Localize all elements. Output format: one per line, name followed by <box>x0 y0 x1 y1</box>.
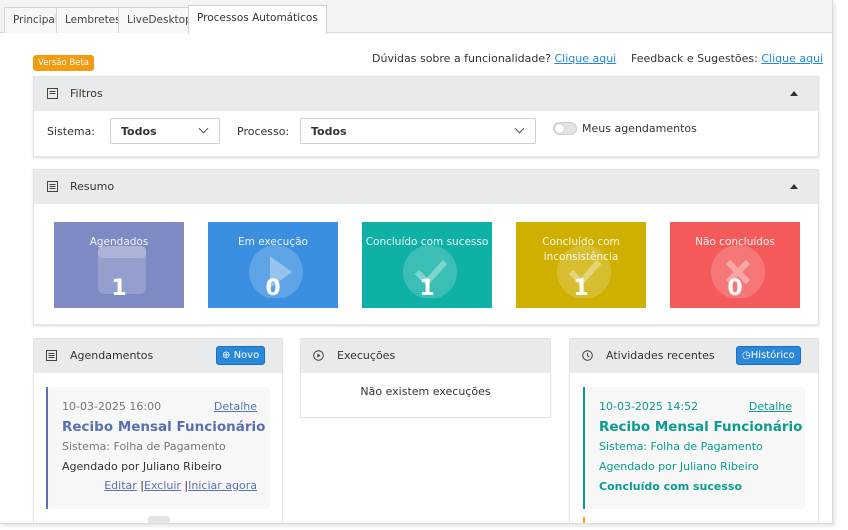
help-question-text: Dúvidas sobre a funcionalidade? <box>372 52 555 65</box>
agendamento-actions: Editar |Excluir |Iniciar agora <box>104 479 257 492</box>
tab-processos-automaticos[interactable]: Processos Automáticos <box>188 5 327 34</box>
atividade-name: Recibo Mensal Funcionário <box>599 419 803 435</box>
filter-list-icon <box>47 88 58 99</box>
help-question: Dúvidas sobre a funcionalidade? Clique a… <box>372 52 616 65</box>
atividade-detail-link[interactable]: Detalhe <box>749 400 792 413</box>
processo-select-value: Todos <box>311 125 347 138</box>
execucoes-title: Execuções <box>337 349 396 362</box>
card-em-execucao[interactable]: Em execução 0 <box>208 222 338 308</box>
card-concluido-sucesso[interactable]: Concluído com sucesso 1 <box>362 222 492 308</box>
tab-bar: Principal Lembretes LiveDesktop Processo… <box>0 0 832 34</box>
novo-button[interactable]: ⊕ Novo <box>216 346 266 365</box>
summary-title: Resumo <box>70 180 115 193</box>
help-feedback-link[interactable]: Clique aqui <box>761 52 823 65</box>
filters-panel: Filtros Sistema: Todos Processo: Todos M… <box>33 76 819 157</box>
historico-button[interactable]: ◷Histórico <box>736 346 801 365</box>
iniciar-agora-link[interactable]: Iniciar agora <box>188 479 257 492</box>
atividades-panel: Atividades recentes ◷Histórico 10-03-202… <box>569 338 819 523</box>
help-feedback-text: Feedback e Sugestões: <box>631 52 762 65</box>
card-title: Agendados <box>89 236 149 248</box>
sistema-select[interactable]: Todos <box>110 118 220 144</box>
card-concluido-inconsistencia[interactable]: Concluído com inconsistência 1 <box>516 222 646 308</box>
sistema-select-value: Todos <box>121 125 157 138</box>
atividades-title: Atividades recentes <box>606 349 715 362</box>
meus-agendamentos-label: Meus agendamentos <box>582 122 697 135</box>
card-agendados[interactable]: Agendados 1 <box>54 222 184 308</box>
atividade-status: Concluído com sucesso <box>599 480 742 493</box>
execucoes-empty-text: Não existem execuções <box>360 385 491 398</box>
atividade-accent-bar <box>583 387 585 509</box>
agendamento-name: Recibo Mensal Funcionário <box>62 419 266 435</box>
card-nao-concluidos[interactable]: Não concluídos 0 <box>670 222 800 308</box>
editar-link[interactable]: Editar <box>104 479 137 492</box>
scroll-handle[interactable] <box>148 516 170 523</box>
card-title: Concluído com sucesso <box>365 236 489 248</box>
execucoes-panel: Execuções Não existem execuções <box>300 338 551 418</box>
processo-label: Processo: <box>237 125 290 138</box>
filters-header[interactable]: Filtros <box>34 77 818 111</box>
card-count: 1 <box>419 276 435 301</box>
plus-circle-icon: ⊕ <box>222 350 234 361</box>
toggle-knob <box>555 124 564 133</box>
agendamento-by: Agendado por Juliano Ribeiro <box>62 460 222 473</box>
agendamento-system: Sistema: Folha de Pagamento <box>62 440 226 453</box>
atividades-header: Atividades recentes ◷Histórico <box>570 339 818 373</box>
excluir-link[interactable]: Excluir <box>144 479 181 492</box>
card-count: 1 <box>573 276 589 301</box>
card-title: Concluído com inconsistência <box>542 236 620 263</box>
next-item-accent-bar <box>583 517 585 523</box>
card-count: 1 <box>111 276 127 301</box>
list-icon <box>46 350 57 361</box>
clock-icon <box>582 350 593 361</box>
card-title: Não concluídos <box>695 236 775 248</box>
agendamento-item: 10-03-2025 16:00 Detalhe Recibo Mensal F… <box>46 387 270 509</box>
card-count: 0 <box>727 276 743 301</box>
atividade-date: 10-03-2025 14:52 <box>599 400 699 413</box>
agendamento-detail-link[interactable]: Detalhe <box>214 400 257 413</box>
help-feedback: Feedback e Sugestões: Clique aqui <box>631 52 823 65</box>
atividade-by: Agendado por Juliano Ribeiro <box>599 460 759 473</box>
summary-list-icon <box>47 181 58 192</box>
summary-header[interactable]: Resumo <box>34 170 818 204</box>
atividade-item: 10-03-2025 14:52 Detalhe Recibo Mensal F… <box>583 387 805 509</box>
sistema-label: Sistema: <box>47 125 96 138</box>
chevron-down-icon <box>514 123 525 134</box>
play-circle-icon <box>313 350 324 361</box>
chevron-down-icon <box>198 123 209 134</box>
agendamento-date: 10-03-2025 16:00 <box>62 400 162 413</box>
summary-panel: Resumo Agendados 1 Em execução 0 Concluí… <box>33 169 819 325</box>
execucoes-header: Execuções <box>301 339 550 373</box>
novo-button-label: Novo <box>233 350 260 361</box>
app-frame: Principal Lembretes LiveDesktop Processo… <box>0 0 833 524</box>
atividade-system: Sistema: Folha de Pagamento <box>599 440 763 453</box>
historico-button-label: Histórico <box>750 350 795 361</box>
beta-badge: Versão Beta <box>33 55 95 71</box>
meus-agendamentos-toggle[interactable] <box>553 122 577 135</box>
filters-title: Filtros <box>70 87 103 100</box>
collapse-caret-icon[interactable] <box>790 184 798 189</box>
clock-icon: ◷ <box>742 350 751 361</box>
agendamento-accent-bar <box>46 387 48 509</box>
help-question-link[interactable]: Clique aqui <box>554 52 616 65</box>
processo-select[interactable]: Todos <box>300 118 536 144</box>
agendamentos-title: Agendamentos <box>70 349 154 362</box>
card-title: Em execução <box>238 236 308 248</box>
card-count: 0 <box>265 276 281 301</box>
agendamentos-panel: Agendamentos ⊕ Novo 10-03-2025 16:00 Det… <box>33 338 283 523</box>
collapse-caret-icon[interactable] <box>790 91 798 96</box>
agendamentos-header: Agendamentos ⊕ Novo <box>34 339 282 373</box>
